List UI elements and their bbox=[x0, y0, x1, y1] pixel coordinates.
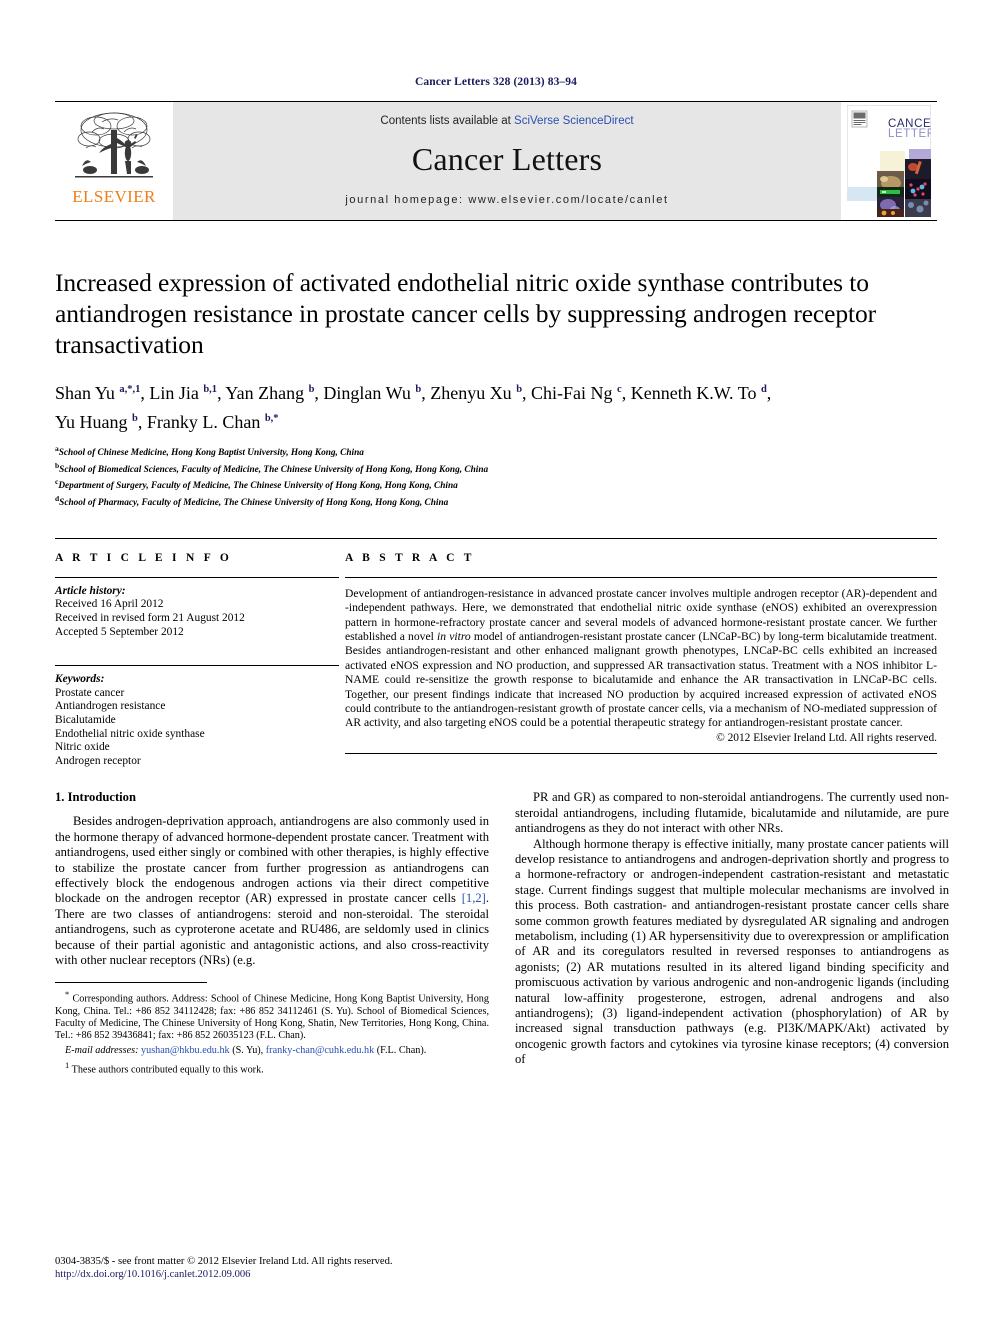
elsevier-tree-icon bbox=[72, 108, 156, 186]
info-abstract-region: A R T I C L E I N F O Article history: R… bbox=[55, 537, 937, 769]
citation-ref[interactable]: [1,2] bbox=[462, 891, 486, 905]
author-item: Yu Huang b bbox=[55, 412, 138, 432]
keyword-item: Endothelial nitric oxide synthase bbox=[55, 727, 205, 740]
author-item: , Chi-Fai Ng c bbox=[522, 383, 622, 403]
affiliation-item: dSchool of Pharmacy, Faculty of Medicine… bbox=[55, 494, 449, 509]
issn-line: 0304-3835/$ - see front matter © 2012 El… bbox=[55, 1256, 393, 1267]
author-item: , Franky L. Chan b,* bbox=[137, 412, 279, 432]
keyword-item: Bicalutamide bbox=[55, 713, 116, 726]
section-title-introduction: 1. Introduction bbox=[55, 790, 136, 805]
author-item: , Zhenyu Xu b bbox=[421, 383, 523, 403]
sciencedirect-link[interactable]: SciVerse ScienceDirect bbox=[514, 115, 634, 127]
keyword-item: Androgen receptor bbox=[55, 754, 141, 767]
history-item: Accepted 5 September 2012 bbox=[55, 625, 184, 638]
paragraph: Although hormone therapy is effective in… bbox=[515, 836, 949, 1067]
article-info-heading: A R T I C L E I N F O bbox=[55, 551, 233, 564]
journal-homepage-line[interactable]: journal homepage: www.elsevier.com/locat… bbox=[345, 194, 668, 206]
keyword-item: Antiandrogen resistance bbox=[55, 700, 166, 713]
footer-imprint: 0304-3835/$ - see front matter © 2012 El… bbox=[55, 1255, 393, 1281]
abstract-text: Development of antiandrogen-resistance i… bbox=[345, 586, 937, 730]
email-link-1[interactable]: yushan@hkbu.edu.hk bbox=[141, 1045, 230, 1056]
copyright-line: © 2012 Elsevier Ireland Ltd. All rights … bbox=[716, 731, 937, 744]
journal-cover-thumbnail: CANCER LETTERS bbox=[841, 102, 937, 220]
keyword-item: Nitric oxide bbox=[55, 741, 110, 754]
journal-band: Contents lists available at SciVerse Sci… bbox=[173, 102, 841, 220]
abstract-column: A B S T R A C T Development of antiandro… bbox=[339, 552, 937, 769]
keywords-label: Keywords: bbox=[55, 673, 105, 686]
abstract-bottom-rule bbox=[345, 752, 937, 754]
paper-page: Cancer Letters 328 (2013) 83–94 ELSEVIER… bbox=[0, 0, 992, 1323]
affiliation-item: aSchool of Chinese Medicine, Hong Kong B… bbox=[55, 444, 364, 459]
author-list: Shan Yu a,*,1, Lin Jia b,1, Yan Zhang b,… bbox=[55, 377, 937, 435]
svg-text:LETTERS: LETTERS bbox=[888, 128, 931, 140]
elsevier-logo: ELSEVIER bbox=[55, 102, 173, 220]
author-item: , Dinglan Wu b bbox=[314, 383, 422, 403]
author-line-2: Yu Huang b, Franky L. Chan b,* bbox=[55, 406, 937, 435]
article-history-label: Article history: bbox=[55, 584, 126, 597]
keywords-block: Keywords: Prostate cancer Antiandrogen r… bbox=[55, 665, 339, 768]
journal-title: Cancer Letters bbox=[411, 141, 603, 177]
abstract-rule bbox=[345, 576, 937, 578]
author-line-1: Shan Yu a,*,1, Lin Jia b,1, Yan Zhang b,… bbox=[55, 383, 772, 403]
contents-available-line: Contents lists available at SciVerse Sci… bbox=[380, 115, 633, 127]
body-column-right: PR and GR) as compared to non-steroidal … bbox=[515, 790, 949, 1076]
affiliation-item: bSchool of Biomedical Sciences, Faculty … bbox=[55, 460, 489, 475]
article-history: Article history: Received 16 April 2012 … bbox=[55, 585, 339, 639]
footnote-email: E-mail addresses: yushan@hkbu.edu.hk (S.… bbox=[65, 1044, 427, 1056]
keyword-item: Prostate cancer bbox=[55, 686, 125, 699]
body-columns: 1. Introduction Besides androgen-depriva… bbox=[55, 790, 949, 1076]
running-head: Cancer Letters 328 (2013) 83–94 bbox=[415, 76, 577, 88]
article-info-rule bbox=[55, 576, 339, 578]
footnote-corresponding: * Corresponding authors. Address: School… bbox=[55, 989, 489, 1042]
affiliation-item: cDepartment of Surgery, Faculty of Medic… bbox=[55, 477, 458, 492]
paragraph: PR and GR) as compared to non-steroidal … bbox=[515, 790, 949, 836]
paragraph: Besides androgen-deprivation approach, a… bbox=[55, 814, 489, 967]
author-item: , Kenneth K.W. To d bbox=[621, 383, 767, 403]
elsevier-wordmark: ELSEVIER bbox=[72, 187, 156, 206]
keywords-rule bbox=[55, 665, 339, 667]
contents-prefix: Contents lists available at bbox=[380, 115, 515, 127]
title-block: Increased expression of activated endoth… bbox=[55, 267, 937, 510]
body-column-left: 1. Introduction Besides androgen-depriva… bbox=[55, 790, 489, 1076]
journal-masthead: ELSEVIER Contents lists available at Sci… bbox=[55, 101, 937, 221]
email-link-2[interactable]: franky-chan@cuhk.edu.hk bbox=[266, 1045, 374, 1056]
abstract-heading: A B S T R A C T bbox=[345, 551, 475, 564]
history-item: Received in revised form 21 August 2012 bbox=[55, 611, 245, 624]
author-item: , Lin Jia b,1 bbox=[140, 383, 218, 403]
page-title: Increased expression of activated endoth… bbox=[55, 268, 877, 359]
doi-link[interactable]: http://dx.doi.org/10.1016/j.canlet.2012.… bbox=[55, 1268, 393, 1281]
keywords-list: Keywords: Prostate cancer Antiandrogen r… bbox=[55, 673, 339, 768]
history-item: Received 16 April 2012 bbox=[55, 598, 164, 611]
footnote-equal-contribution: 1 These authors contributed equally to t… bbox=[65, 1059, 264, 1076]
author-item: Shan Yu a,*,1 bbox=[55, 383, 141, 403]
article-info-column: A R T I C L E I N F O Article history: R… bbox=[55, 552, 339, 769]
author-item: , Yan Zhang b bbox=[217, 383, 315, 403]
affiliation-list: aSchool of Chinese Medicine, Hong Kong B… bbox=[55, 443, 937, 510]
